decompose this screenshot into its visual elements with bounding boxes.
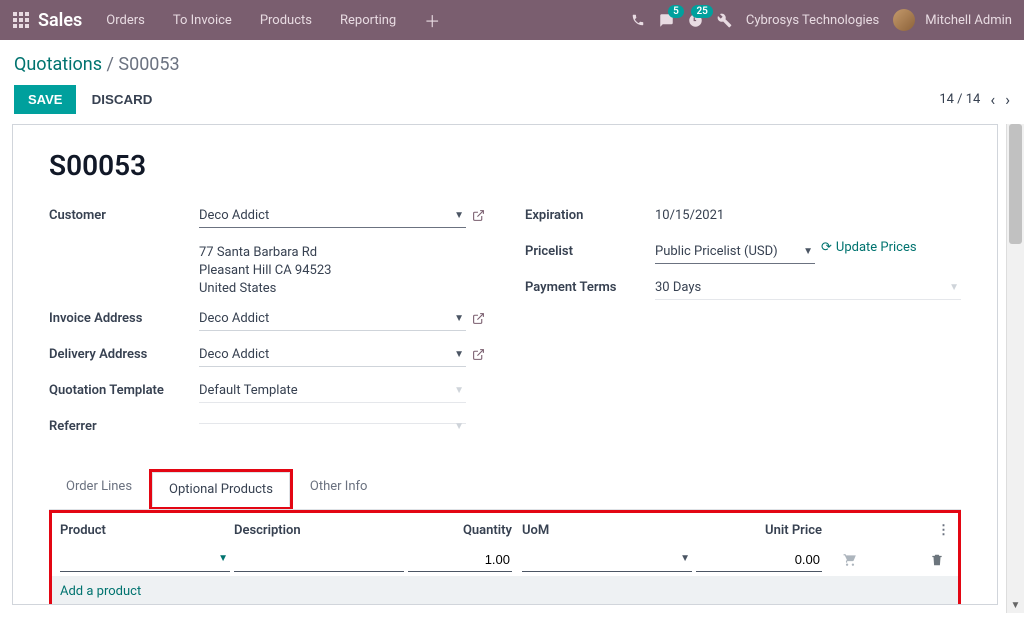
- apps-icon[interactable]: [6, 12, 36, 28]
- phone-icon[interactable]: [631, 13, 645, 27]
- breadcrumb: Quotations / S00053: [14, 54, 180, 75]
- pager-count: 14 / 14: [939, 92, 980, 107]
- external-link-icon[interactable]: [472, 307, 485, 326]
- actions-row: SAVE DISCARD 14 / 14 ‹ ›: [0, 81, 1024, 124]
- opt-row: ▼ ▼: [52, 544, 958, 576]
- save-button[interactable]: SAVE: [14, 85, 76, 114]
- invoice-address-label: Invoice Address: [49, 307, 199, 326]
- form-sheet: S00053 Customer Deco Addict ▼ 77 Santa B…: [12, 124, 998, 605]
- pager-next-icon[interactable]: ›: [1005, 90, 1010, 109]
- nav-item-to-invoice[interactable]: To Invoice: [159, 13, 246, 28]
- nav-item-reporting[interactable]: Reporting: [326, 13, 410, 28]
- left-column: Customer Deco Addict ▼ 77 Santa Barbara …: [49, 204, 485, 451]
- kebab-menu-icon[interactable]: ⋮: [920, 523, 950, 538]
- delivery-address-label: Delivery Address: [49, 343, 199, 362]
- breadcrumb-root[interactable]: Quotations: [14, 54, 102, 75]
- quotation-template-field[interactable]: Default Template: [199, 379, 466, 403]
- chat-badge: 5: [668, 5, 684, 18]
- col-product: Product: [60, 523, 230, 538]
- update-prices-link[interactable]: ⟳ Update Prices: [821, 240, 917, 255]
- user-menu[interactable]: Mitchell Admin: [893, 9, 1012, 31]
- debug-icon[interactable]: [717, 13, 732, 28]
- tab-order-lines[interactable]: Order Lines: [49, 469, 149, 510]
- activity-badge: 25: [691, 5, 712, 18]
- address-line2: Pleasant Hill CA 94523: [199, 262, 485, 280]
- caret-down-icon: ▼: [218, 553, 228, 564]
- customer-field[interactable]: Deco Addict: [199, 204, 466, 228]
- invoice-address-field[interactable]: Deco Addict: [199, 307, 466, 331]
- opt-uom-input[interactable]: [522, 548, 692, 572]
- caret-down-icon: ▼: [680, 553, 690, 564]
- add-product-link[interactable]: Add a product: [60, 584, 230, 599]
- opt-quantity-input[interactable]: [408, 548, 512, 572]
- pager-prev-icon[interactable]: ‹: [990, 90, 995, 109]
- company-switcher[interactable]: Cybrosys Technologies: [746, 13, 879, 28]
- expiration-label: Expiration: [525, 204, 655, 223]
- payment-terms-label: Payment Terms: [525, 276, 655, 295]
- payment-terms-field[interactable]: 30 Days: [655, 276, 961, 300]
- doc-title: S00053: [49, 149, 961, 182]
- pricelist-label: Pricelist: [525, 240, 655, 259]
- right-column: Expiration 10/15/2021 Pricelist Public P…: [525, 204, 961, 451]
- col-quantity: Quantity: [408, 523, 518, 538]
- scroll-down-icon[interactable]: ▼: [1007, 597, 1024, 613]
- opt-table-header: Product Description Quantity UoM Unit Pr…: [52, 513, 958, 544]
- scroll-thumb[interactable]: [1009, 124, 1022, 244]
- col-description: Description: [234, 523, 404, 538]
- top-nav: Sales Orders To Invoice Products Reporti…: [0, 0, 1024, 40]
- optional-products-pane: Product Description Quantity UoM Unit Pr…: [49, 510, 961, 605]
- scrollbar[interactable]: ▲ ▼: [1006, 124, 1024, 613]
- tabs: Order Lines Optional Products Other Info: [49, 469, 961, 510]
- nav-item-orders[interactable]: Orders: [92, 13, 159, 28]
- avatar: [893, 9, 915, 31]
- breadcrumb-current: S00053: [118, 54, 179, 75]
- company-name: Cybrosys Technologies: [746, 13, 879, 28]
- nav-item-products[interactable]: Products: [246, 13, 326, 28]
- opt-unit-price-input[interactable]: [696, 548, 822, 572]
- external-link-icon[interactable]: [472, 343, 485, 362]
- breadcrumb-row: Quotations / S00053: [0, 40, 1024, 81]
- app-brand[interactable]: Sales: [38, 10, 82, 31]
- col-uom: UoM: [522, 523, 692, 538]
- nav-item-plus-icon[interactable]: ＋: [410, 8, 454, 32]
- customer-label: Customer: [49, 204, 199, 223]
- referrer-label: Referrer: [49, 415, 199, 434]
- pricelist-field[interactable]: Public Pricelist (USD): [655, 240, 815, 264]
- chat-icon[interactable]: 5: [659, 13, 674, 28]
- opt-product-input[interactable]: [60, 548, 230, 572]
- delete-row-icon[interactable]: [920, 552, 950, 567]
- external-link-icon[interactable]: [472, 204, 485, 223]
- col-unit-price: Unit Price: [696, 523, 826, 538]
- opt-description-input[interactable]: [234, 548, 404, 572]
- discard-button[interactable]: DISCARD: [80, 85, 165, 114]
- tab-optional-products[interactable]: Optional Products: [152, 472, 290, 507]
- pager: 14 / 14 ‹ ›: [939, 90, 1010, 109]
- delivery-address-field[interactable]: Deco Addict: [199, 343, 466, 367]
- tab-other-info[interactable]: Other Info: [293, 469, 385, 510]
- referrer-field[interactable]: [199, 415, 466, 424]
- quotation-template-label: Quotation Template: [49, 379, 199, 398]
- address-line3: United States: [199, 280, 485, 298]
- user-name: Mitchell Admin: [925, 13, 1012, 28]
- address-line1: 77 Santa Barbara Rd: [199, 244, 485, 262]
- refresh-icon: ⟳: [821, 240, 832, 255]
- expiration-field[interactable]: 10/15/2021: [655, 204, 961, 228]
- add-to-order-icon[interactable]: [830, 552, 870, 567]
- activity-icon[interactable]: 25: [688, 13, 703, 28]
